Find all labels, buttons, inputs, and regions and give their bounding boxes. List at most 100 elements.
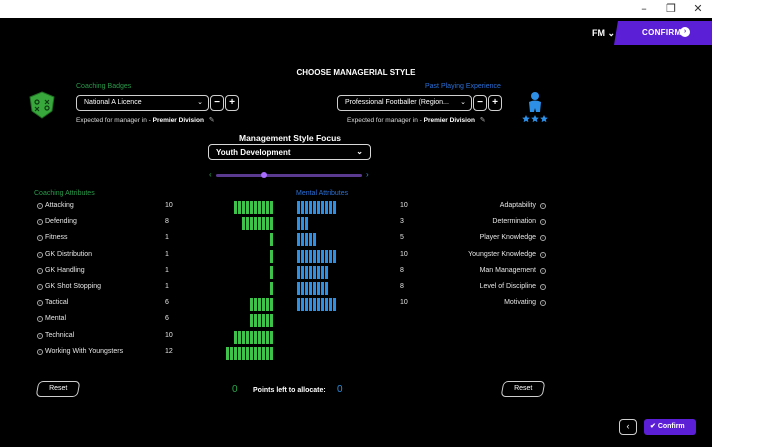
bar-segment: [254, 314, 257, 328]
attribute-value: 8: [165, 218, 169, 226]
attribute-label: Motivating: [504, 299, 536, 307]
mental-attribute-row[interactable]: 10 Adaptability i: [400, 202, 546, 214]
expected-prefix: Expected for manager in: [76, 117, 147, 124]
bar-segment: [301, 282, 304, 295]
bar-segment: [246, 330, 249, 344]
past-experience-select[interactable]: Professional Footballer (Region... ⌄: [337, 95, 472, 111]
info-icon[interactable]: i: [540, 284, 546, 290]
fm-menu-button[interactable]: FM ⌄: [592, 28, 615, 39]
info-icon[interactable]: i: [37, 284, 43, 290]
attribute-name: i Working With Youngsters: [37, 348, 123, 355]
bar-segment: [325, 249, 328, 263]
mental-attribute-row[interactable]: 3 Determination i: [400, 218, 546, 230]
info-icon[interactable]: i: [540, 235, 546, 242]
coaching-attribute-row[interactable]: i Tactical 6: [37, 299, 177, 311]
confirm-bottom-label: Confirm: [657, 423, 685, 430]
coaching-attribute-row[interactable]: i Technical 10: [37, 332, 177, 344]
reset-coaching-button[interactable]: Reset: [35, 381, 81, 397]
info-icon[interactable]: i: [540, 219, 546, 226]
info-icon[interactable]: i: [37, 316, 43, 323]
coaching-attribute-row[interactable]: i GK Distribution 1: [37, 251, 177, 263]
attribute-name: i GK Shot Stopping: [37, 283, 101, 290]
focus-title: Management Style Focus: [238, 133, 342, 143]
focus-select[interactable]: Youth Development ⌄: [208, 144, 371, 160]
attribute-name: i Mental: [37, 315, 67, 323]
attribute-label: Fitness: [45, 234, 68, 242]
bar-segment: [305, 282, 308, 295]
info-icon[interactable]: i: [540, 251, 546, 258]
info-icon[interactable]: i: [37, 235, 43, 242]
info-icon[interactable]: i: [540, 267, 546, 274]
coaching-attribute-row[interactable]: i Mental 6: [37, 315, 177, 327]
attribute-label: Mental: [45, 315, 67, 323]
coaching-badges-minus-button[interactable]: −: [210, 95, 224, 111]
focus-slider-thumb[interactable]: [261, 172, 267, 178]
mental-attribute-row[interactable]: 8 Level of Discipline i: [400, 283, 546, 295]
attribute-label: Youngster Knowledge: [468, 250, 536, 258]
attribute-value: 8: [400, 266, 404, 274]
coaching-badges-value: National A Licence: [84, 99, 142, 106]
info-icon[interactable]: i: [37, 332, 43, 339]
pencil-icon[interactable]: ✎: [209, 117, 215, 124]
bar-segment: [250, 217, 253, 231]
bar-segment: [262, 330, 265, 344]
past-experience-plus-button[interactable]: +: [488, 95, 502, 111]
bar-segment: [234, 330, 237, 344]
mental-attribute-row[interactable]: 8 Man Management i: [400, 267, 546, 279]
info-icon[interactable]: i: [37, 267, 43, 274]
info-icon[interactable]: i: [37, 219, 43, 226]
attribute-value: 10: [400, 250, 408, 258]
past-experience-minus-button[interactable]: −: [473, 95, 487, 111]
past-experience-expected: Expected for manager in - Premier Divisi…: [347, 116, 486, 124]
coaching-attribute-row[interactable]: i GK Handling 1: [37, 267, 177, 279]
slider-right-arrow-icon[interactable]: ›: [366, 170, 369, 179]
coaching-attribute-row[interactable]: i Attacking 10: [37, 202, 177, 214]
app-window: FM ⌄ CONFIRM › CHOOSE MANAGERIAL STYLE C…: [0, 18, 712, 447]
confirm-top-button[interactable]: CONFIRM ›: [614, 21, 712, 45]
bar-segment: [254, 201, 257, 214]
reset-mental-button[interactable]: Reset: [500, 381, 546, 397]
bar-segment: [238, 346, 241, 360]
info-icon[interactable]: i: [37, 300, 43, 307]
mental-attribute-row[interactable]: 10 Motivating i: [400, 299, 546, 311]
back-button[interactable]: ‹: [619, 419, 637, 435]
attribute-value: 12: [165, 347, 173, 355]
minimize-button[interactable]: –: [629, 2, 659, 16]
bar-segment: [317, 282, 320, 295]
coaching-attribute-row[interactable]: i GK Shot Stopping 1: [37, 283, 177, 295]
chevron-left-icon: ‹: [626, 421, 630, 431]
attribute-name: i Technical: [37, 332, 74, 339]
bar-segment: [317, 201, 320, 214]
attribute-name: Motivating i: [504, 299, 546, 307]
mental-attribute-row[interactable]: 10 Youngster Knowledge i: [400, 251, 546, 263]
attribute-value: 10: [165, 331, 173, 339]
slider-left-arrow-icon[interactable]: ‹: [209, 170, 212, 179]
attribute-value: 1: [165, 283, 169, 290]
focus-slider-track[interactable]: [216, 174, 362, 177]
bar-segment: [317, 265, 320, 279]
coaching-attribute-row[interactable]: i Fitness 1: [37, 234, 177, 246]
coaching-attribute-row[interactable]: i Defending 8: [37, 218, 177, 230]
attribute-label: GK Handling: [45, 266, 85, 274]
bar-segment: [317, 249, 320, 263]
pencil-icon[interactable]: ✎: [480, 117, 486, 124]
info-icon[interactable]: i: [37, 251, 43, 258]
confirm-bottom-button[interactable]: ✔ Confirm: [644, 419, 696, 435]
info-icon[interactable]: i: [37, 203, 43, 209]
coaching-attribute-row[interactable]: i Working With Youngsters 12: [37, 348, 177, 360]
mental-attribute-row[interactable]: 5 Player Knowledge i: [400, 234, 546, 246]
bar-segment: [250, 346, 253, 360]
bar-segment: [266, 346, 269, 360]
attribute-value: 10: [400, 202, 408, 209]
bar-segment: [262, 217, 265, 231]
coaching-badges-plus-button[interactable]: +: [225, 95, 239, 111]
info-icon[interactable]: i: [37, 348, 43, 355]
attribute-value: 3: [400, 218, 404, 226]
coaching-badges-select[interactable]: National A Licence ⌄: [76, 95, 209, 111]
bar-segment: [305, 249, 308, 263]
attribute-label: Determination: [492, 218, 536, 226]
maximize-button[interactable]: ❐: [656, 2, 686, 16]
info-icon[interactable]: i: [540, 300, 546, 307]
close-button[interactable]: ✕: [683, 2, 713, 16]
info-icon[interactable]: i: [540, 203, 546, 209]
